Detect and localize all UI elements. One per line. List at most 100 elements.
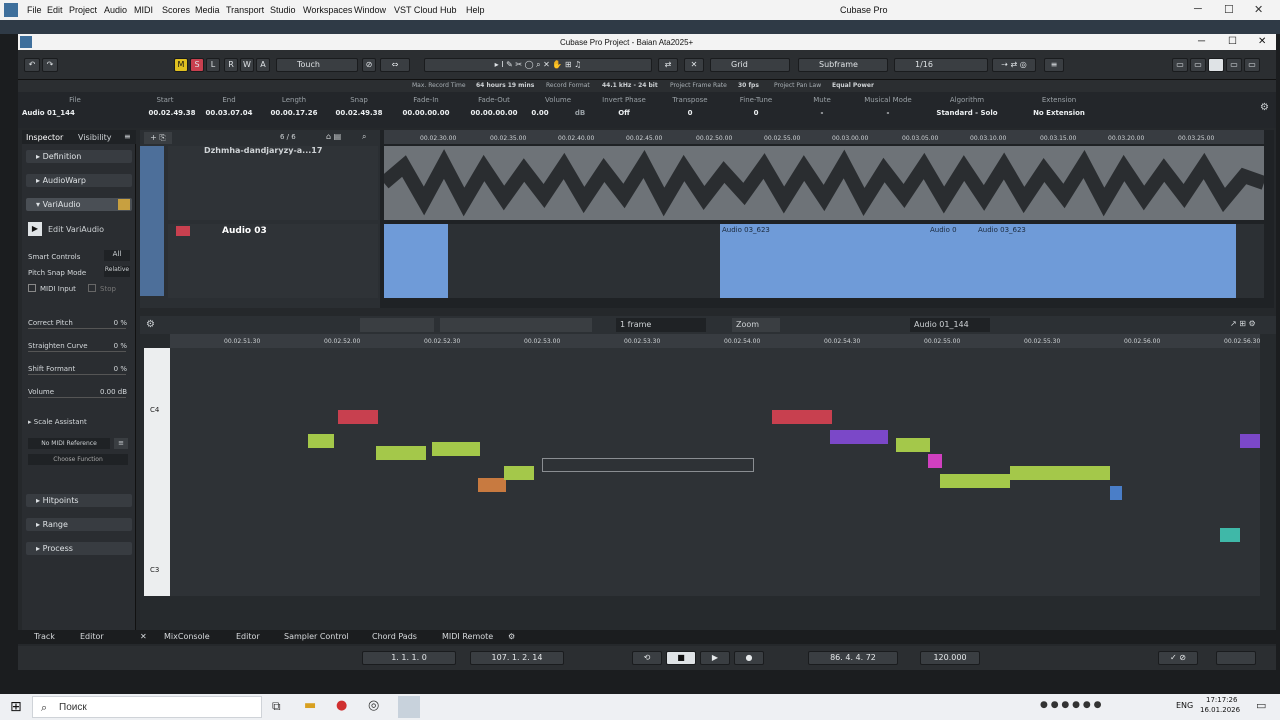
section-variaudio[interactable]: ▾ VariAudio [26, 198, 132, 211]
menu-vst-cloud[interactable]: VST Cloud [394, 5, 437, 15]
project-maximize-icon[interactable]: ☐ [1228, 36, 1237, 47]
yandex-icon[interactable]: ● [336, 698, 347, 713]
constrain-icon[interactable]: ⊘ [362, 58, 376, 72]
editor-settings-icon[interactable]: ⚙ [146, 319, 155, 330]
correct-pitch-slider[interactable] [28, 328, 126, 329]
file-explorer-icon[interactable]: ▬ [304, 698, 316, 713]
pitch-segment[interactable] [478, 478, 506, 492]
add-track-icon[interactable]: + ⎘ [144, 132, 172, 144]
scale-assistant-label[interactable]: ▸ Scale Assistant [28, 418, 87, 426]
tab-chord-pads[interactable]: Chord Pads [372, 632, 417, 641]
taskbar-search[interactable]: ⌕ Поиск [32, 696, 262, 718]
editor-tools[interactable] [360, 318, 434, 332]
info-value-length[interactable]: 00.00.17.26 [262, 109, 326, 117]
track-2-name[interactable]: Audio 03 [222, 226, 267, 236]
pitch-segment[interactable] [376, 446, 426, 460]
language-indicator[interactable]: ENG [1176, 701, 1193, 710]
piano-keyboard[interactable]: C4 C3 [144, 348, 170, 596]
position-display[interactable]: 86. 4. 4. 72 [808, 651, 898, 665]
smart-controls-select[interactable]: All [104, 250, 130, 261]
snap-quantize-select[interactable]: Subframe [798, 58, 888, 72]
menu-studio[interactable]: Studio [270, 5, 296, 15]
left-locator[interactable]: 1. 1. 1. 0 [362, 651, 456, 665]
tab-sampler-control[interactable]: Sampler Control [284, 632, 349, 641]
right-zone-toggle-icon[interactable]: ≡ [1044, 58, 1064, 72]
info-value-musical-mode[interactable]: - [854, 109, 922, 117]
shift-formant-value[interactable]: 0 % [114, 365, 127, 373]
edit-variaudio-label[interactable]: Edit VariAudio [48, 225, 104, 234]
pitch-segment[interactable] [504, 466, 534, 480]
grid-snap-icon[interactable]: ✕ [684, 58, 704, 72]
tempo-display[interactable]: 120.000 [920, 651, 980, 665]
cubase-taskbar-icon[interactable] [398, 696, 420, 718]
info-value-snap[interactable]: 00.02.49.38 [328, 109, 390, 117]
track-2-header[interactable]: Audio 03 [168, 224, 378, 298]
pitch-segment[interactable] [940, 474, 1010, 488]
project-close-icon[interactable]: ✕ [1258, 36, 1266, 47]
pitch-segment[interactable] [1240, 434, 1260, 448]
menu-edit[interactable]: Edit [47, 5, 63, 15]
stop-checkbox[interactable] [88, 284, 96, 292]
straighten-curve-slider[interactable] [28, 351, 126, 352]
automation-button[interactable]: A [256, 58, 270, 72]
tab-visibility[interactable]: Visibility [78, 133, 112, 142]
close-lower-zone-icon[interactable]: ✕ [140, 632, 147, 641]
transport-tools[interactable]: ✓ ⊘ [1158, 651, 1198, 665]
info-value-mute[interactable]: - [790, 109, 854, 117]
layout-toggle-4[interactable]: ▭ [1226, 58, 1242, 72]
quantize-tools[interactable]: ⇢ ⇄ ◎ [992, 58, 1036, 72]
track-1-name[interactable]: Dzhmha-dandjaryzy-a...17 [204, 146, 322, 155]
editor-zoom-select[interactable]: Zoom [732, 318, 780, 332]
layout-toggle-3[interactable] [1208, 58, 1224, 72]
clock-time[interactable]: 17:17:26 [1206, 696, 1237, 704]
menu-media[interactable]: Media [195, 5, 220, 15]
pitch-segment[interactable] [432, 442, 480, 456]
tab-inspector[interactable]: Inspector [26, 133, 63, 142]
info-value-extension[interactable]: No Extension [1014, 109, 1104, 117]
track-2-lane[interactable]: Audio 03_623 Audio 0 Audio 03_623 [384, 224, 1264, 298]
info-value-end[interactable]: 00.03.07.04 [198, 109, 260, 117]
project-minimize-icon[interactable]: ─ [1198, 36, 1205, 47]
menu-help[interactable]: Help [466, 5, 485, 15]
pitch-segment[interactable] [542, 458, 754, 472]
maximize-icon[interactable]: ☐ [1224, 3, 1234, 16]
info-value-volume[interactable]: 0.00 [524, 109, 556, 117]
tab-track[interactable]: Track [34, 632, 55, 641]
solo-button[interactable]: S [190, 58, 204, 72]
redo-icon[interactable]: ↷ [42, 58, 58, 72]
read-button[interactable]: R [224, 58, 238, 72]
layout-toggle-1[interactable]: ▭ [1172, 58, 1188, 72]
write-button[interactable]: W [240, 58, 254, 72]
pitch-segment[interactable] [1010, 466, 1110, 480]
midi-input-checkbox[interactable] [28, 284, 36, 292]
tray-icons[interactable]: ● ● ● ● ● ● [1040, 700, 1101, 710]
correct-pitch-value[interactable]: 0 % [114, 319, 127, 327]
stop-icon[interactable]: ■ [666, 651, 696, 665]
task-view-icon[interactable]: ⧉ [272, 699, 281, 714]
editor-event-select[interactable]: Audio 01_144 [910, 318, 990, 332]
track-1-header[interactable]: Dzhmha-dandjaryzy-a...17 [168, 146, 378, 220]
notifications-icon[interactable]: ▭ [1256, 699, 1266, 712]
automation-mode-select[interactable]: Touch [276, 58, 358, 72]
right-locator[interactable]: 107. 1. 2. 14 [470, 651, 564, 665]
choose-function-select[interactable]: Choose Function [28, 454, 128, 465]
menu-midi[interactable]: MIDI [134, 5, 153, 15]
pitch-segment[interactable] [308, 434, 334, 448]
tab-editor-left[interactable]: Editor [80, 632, 104, 641]
editor-tool-palette[interactable] [440, 318, 592, 332]
tab-midi-remote[interactable]: MIDI Remote [442, 632, 493, 641]
info-value-fine-tune[interactable]: 0 [724, 109, 788, 117]
section-definition[interactable]: ▸ Definition [26, 150, 132, 163]
volume-slider[interactable] [28, 397, 126, 398]
quantize-value-select[interactable]: 1/16 [894, 58, 988, 72]
audio-clip[interactable] [384, 224, 448, 298]
pitch-segment[interactable] [1220, 528, 1240, 542]
editor-quantize-select[interactable]: 1 frame [616, 318, 706, 332]
info-value-file[interactable]: Audio 01_144 [22, 109, 82, 117]
section-range[interactable]: ▸ Range [26, 518, 132, 531]
menu-transport[interactable]: Transport [226, 5, 264, 15]
menu-project[interactable]: Project [69, 5, 97, 15]
menu-workspaces[interactable]: Workspaces [303, 5, 352, 15]
tabs-settings-icon[interactable]: ⚙ [508, 632, 515, 641]
pitch-snap-select[interactable]: Relative [104, 266, 130, 277]
